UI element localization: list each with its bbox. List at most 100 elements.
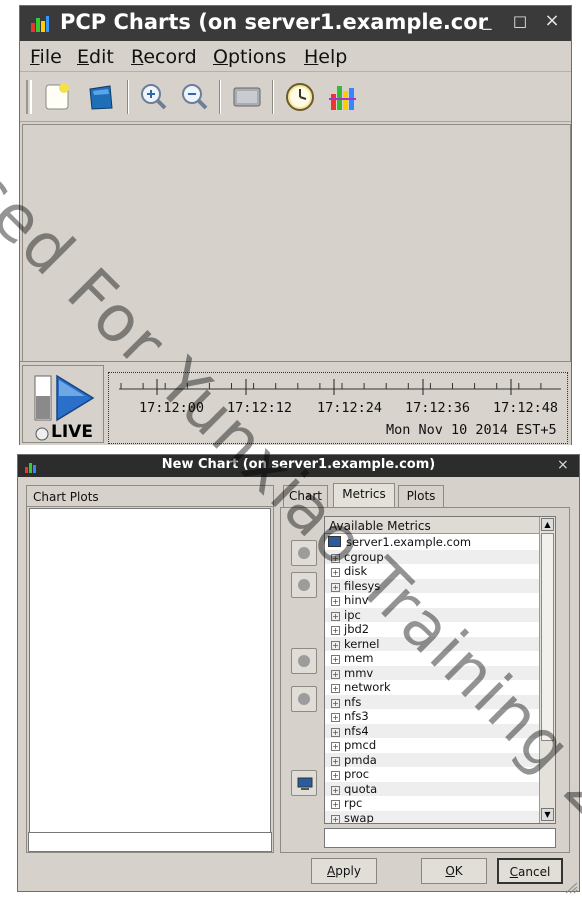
ok-button[interactable]: OK (421, 858, 487, 884)
menu-help-label: elp (318, 46, 348, 68)
scroll-down-arrow[interactable]: ▼ (541, 808, 554, 821)
app-icon (30, 13, 50, 33)
tree-metric-row[interactable]: + rpc (325, 796, 539, 811)
metrics-tab-panel: Available Metrics server1.example.com + cg… (280, 507, 570, 853)
export-image-button[interactable] (230, 80, 264, 114)
time-controls-button[interactable] (283, 80, 317, 114)
expand-icon[interactable]: + (331, 771, 340, 780)
chart-plots-input[interactable] (28, 832, 272, 852)
expand-icon[interactable]: + (331, 684, 340, 693)
new-chart-button[interactable] (40, 80, 74, 114)
tree-metric-row[interactable]: + jbd2 (325, 622, 539, 637)
tab-chart[interactable]: Chart (283, 485, 328, 507)
menu-record-label: ecord (143, 46, 197, 68)
chart-area[interactable] (22, 124, 571, 364)
export-image-icon (233, 87, 261, 107)
expand-icon[interactable]: + (331, 597, 340, 606)
computer-icon (297, 777, 313, 790)
expand-icon[interactable]: + (331, 756, 340, 766)
minimize-button[interactable]: _ (475, 10, 499, 31)
scroll-thumb[interactable] (541, 533, 554, 741)
tree-host-row[interactable]: server1.example.com (325, 535, 471, 550)
tree-scrollbar[interactable]: ▲ ▼ (539, 517, 555, 823)
available-metrics-label: Available Metrics (329, 519, 431, 533)
expand-icon[interactable]: + (331, 727, 340, 737)
expand-icon[interactable]: + (331, 785, 340, 795)
chart-plots-list[interactable] (29, 508, 271, 834)
expand-icon[interactable]: + (331, 800, 340, 809)
scroll-up-arrow[interactable]: ▲ (541, 518, 554, 531)
live-slider-icon (33, 374, 55, 422)
menu-file[interactable]: File (30, 46, 62, 68)
tick-label: 17:12:24 (317, 400, 383, 416)
chart-plots-label: Chart Plots (33, 490, 99, 504)
tree-metric-row[interactable]: + pmcd (325, 738, 539, 753)
tree-metric-row[interactable]: + ipc (325, 607, 539, 622)
tree-metric-row[interactable]: + swap (325, 810, 539, 823)
apply-button[interactable]: Apply (311, 858, 377, 884)
chart-bars-button[interactable] (325, 80, 359, 114)
cancel-button[interactable]: Cancel (497, 858, 563, 884)
tree-metric-row[interactable]: + hinv (325, 593, 539, 608)
metric-label: disk (344, 564, 368, 578)
live-control[interactable]: LIVE (22, 365, 104, 443)
tree-metric-row[interactable]: + nfs4 (325, 723, 539, 738)
menu-record[interactable]: Record (131, 46, 197, 68)
expand-icon[interactable]: + (331, 814, 340, 823)
expand-icon[interactable]: + (331, 568, 340, 577)
tree-metric-row[interactable]: + mem (325, 651, 539, 666)
expand-icon[interactable]: + (331, 611, 340, 621)
zoom-in-button[interactable] (137, 80, 171, 114)
available-metrics-tree[interactable]: Available Metrics server1.example.com + cg… (324, 516, 556, 824)
menu-help-key: H (304, 46, 319, 68)
tree-metric-row[interactable]: + nfs3 (325, 709, 539, 724)
expand-icon[interactable]: + (331, 640, 340, 650)
tree-metric-row[interactable]: + nfs (325, 694, 539, 709)
menu-record-key: R (131, 46, 144, 68)
add-metric-button[interactable] (291, 540, 317, 566)
tree-metric-row[interactable]: + disk (325, 564, 539, 579)
host-button[interactable] (291, 770, 317, 796)
menu-edit[interactable]: Edit (77, 46, 114, 68)
tree-metric-row[interactable]: + pmda (325, 752, 539, 767)
tree-metric-row[interactable]: + mmv (325, 665, 539, 680)
tree-metric-row[interactable]: + kernel (325, 636, 539, 651)
tab-metrics[interactable]: Metrics (333, 483, 395, 507)
expand-icon[interactable]: + (331, 626, 340, 635)
resize-grip-icon[interactable] (564, 879, 578, 894)
dialog-titlebar[interactable]: New Chart (on server1.example.com) × (18, 455, 579, 477)
close-button[interactable]: × (540, 10, 564, 31)
toolbar-separator (127, 80, 129, 114)
toolbar (20, 72, 571, 122)
tree-metric-row[interactable]: + cgroup (325, 549, 539, 564)
tree-metric-row[interactable]: + quota (325, 781, 539, 796)
search-metric-button[interactable] (291, 572, 317, 598)
maximize-button[interactable]: □ (508, 12, 532, 30)
open-view-button[interactable] (84, 80, 118, 114)
expand-icon[interactable]: + (331, 553, 340, 563)
menu-options-label: ptions (227, 46, 287, 68)
zoom-in-icon (141, 84, 167, 110)
timeline[interactable]: 17:12:00 17:12:12 17:12:24 17:12:36 17:1… (108, 372, 568, 444)
expand-icon[interactable]: + (331, 655, 340, 664)
menu-options[interactable]: Options (213, 46, 286, 68)
tree-metric-row[interactable]: + filesys (325, 578, 539, 593)
tree-metric-row[interactable]: + network (325, 680, 539, 695)
tree-metric-row[interactable]: + proc (325, 767, 539, 782)
menu-bar: File Edit Record Options Help (20, 41, 571, 72)
main-titlebar[interactable]: PCP Charts (on server1.example.cor _ □ × (20, 6, 571, 41)
dialog-close-button[interactable]: × (557, 457, 569, 473)
menu-help[interactable]: Help (304, 46, 347, 68)
zoom-out-button[interactable] (178, 80, 212, 114)
expand-icon[interactable]: + (331, 742, 340, 751)
expand-icon[interactable]: + (331, 669, 340, 679)
tab-plots[interactable]: Plots (398, 485, 444, 507)
remove-metric-button[interactable] (291, 648, 317, 674)
expand-icon[interactable]: + (331, 698, 340, 708)
toolbar-separator (272, 80, 274, 114)
expand-icon[interactable]: + (331, 713, 340, 722)
toolbar-grip[interactable] (26, 80, 32, 114)
metric-name-input[interactable] (324, 828, 556, 848)
expand-icon[interactable]: + (331, 582, 340, 592)
back-metric-button[interactable] (291, 686, 317, 712)
